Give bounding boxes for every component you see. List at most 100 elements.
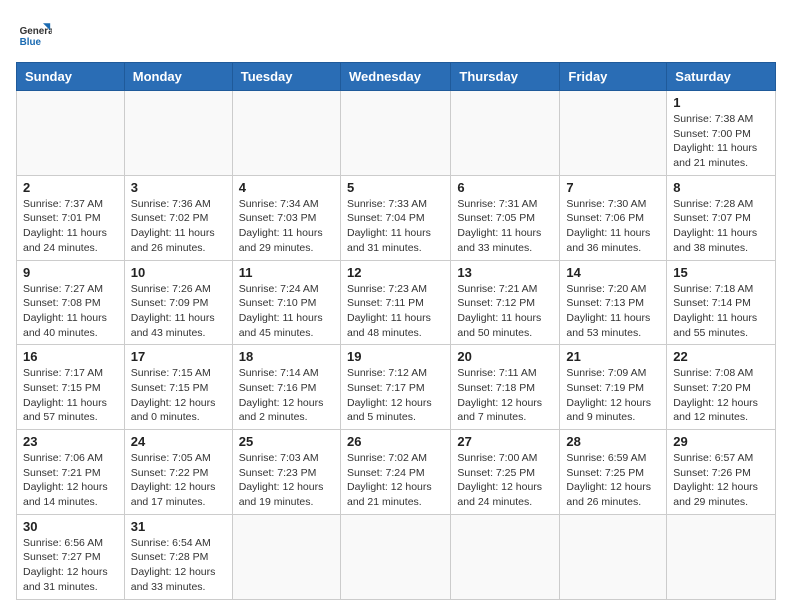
calendar-week-row: 23 Sunrise: 7:06 AM Sunset: 7:21 PM Dayli… [17,430,776,515]
day-info: Sunrise: 7:08 AM Sunset: 7:20 PM Dayligh… [673,366,769,425]
page-header: General Blue [16,16,776,52]
day-info: Sunrise: 7:02 AM Sunset: 7:24 PM Dayligh… [347,451,444,510]
day-info: Sunrise: 7:27 AM Sunset: 7:08 PM Dayligh… [23,282,118,341]
day-number: 16 [23,349,118,364]
day-header-tuesday: Tuesday [232,63,340,91]
calendar-cell [667,514,776,599]
day-number: 9 [23,265,118,280]
day-info: Sunrise: 7:14 AM Sunset: 7:16 PM Dayligh… [239,366,334,425]
day-info: Sunrise: 7:36 AM Sunset: 7:02 PM Dayligh… [131,197,226,256]
calendar-cell: 10 Sunrise: 7:26 AM Sunset: 7:09 PM Dayli… [124,260,232,345]
calendar-cell: 31 Sunrise: 6:54 AM Sunset: 7:28 PM Dayli… [124,514,232,599]
calendar-cell: 28Sunrise: 6:59 AM Sunset: 7:25 PM Dayli… [560,430,667,515]
day-number: 29 [673,434,769,449]
calendar-cell: 27Sunrise: 7:00 AM Sunset: 7:25 PM Dayli… [451,430,560,515]
calendar-cell: 13 Sunrise: 7:21 AM Sunset: 7:12 PM Dayli… [451,260,560,345]
calendar-cell [340,514,450,599]
calendar-cell: 1 Sunrise: 7:38 AM Sunset: 7:00 PM Daylig… [667,91,776,176]
day-info: Sunrise: 7:06 AM Sunset: 7:21 PM Dayligh… [23,451,118,510]
day-number: 27 [457,434,553,449]
calendar-cell: 9 Sunrise: 7:27 AM Sunset: 7:08 PM Daylig… [17,260,125,345]
day-header-friday: Friday [560,63,667,91]
calendar-cell: 29Sunrise: 6:57 AM Sunset: 7:26 PM Dayli… [667,430,776,515]
calendar-cell: 21Sunrise: 7:09 AM Sunset: 7:19 PM Dayli… [560,345,667,430]
calendar-cell: 12 Sunrise: 7:23 AM Sunset: 7:11 PM Dayli… [340,260,450,345]
day-info: Sunrise: 7:33 AM Sunset: 7:04 PM Dayligh… [347,197,444,256]
day-number: 6 [457,180,553,195]
day-number: 10 [131,265,226,280]
calendar-week-row: 9 Sunrise: 7:27 AM Sunset: 7:08 PM Daylig… [17,260,776,345]
day-number: 12 [347,265,444,280]
day-number: 28 [566,434,660,449]
calendar-week-row: 30 Sunrise: 6:56 AM Sunset: 7:27 PM Dayli… [17,514,776,599]
day-number: 30 [23,519,118,534]
day-info: Sunrise: 6:54 AM Sunset: 7:28 PM Dayligh… [131,536,226,595]
day-info: Sunrise: 7:34 AM Sunset: 7:03 PM Dayligh… [239,197,334,256]
day-number: 22 [673,349,769,364]
day-info: Sunrise: 7:18 AM Sunset: 7:14 PM Dayligh… [673,282,769,341]
day-number: 31 [131,519,226,534]
day-number: 15 [673,265,769,280]
calendar-cell: 22 Sunrise: 7:08 AM Sunset: 7:20 PM Dayli… [667,345,776,430]
day-number: 20 [457,349,553,364]
day-info: Sunrise: 7:17 AM Sunset: 7:15 PM Dayligh… [23,366,118,425]
day-number: 25 [239,434,334,449]
calendar-week-row: 2Sunrise: 7:37 AM Sunset: 7:01 PM Daylig… [17,175,776,260]
day-info: Sunrise: 7:23 AM Sunset: 7:11 PM Dayligh… [347,282,444,341]
logo-icon: General Blue [16,16,52,52]
day-number: 3 [131,180,226,195]
calendar-week-row: 1 Sunrise: 7:38 AM Sunset: 7:00 PM Daylig… [17,91,776,176]
svg-text:General: General [20,26,52,37]
calendar-cell: 24 Sunrise: 7:05 AM Sunset: 7:22 PM Dayli… [124,430,232,515]
logo: General Blue [16,16,56,52]
day-number: 21 [566,349,660,364]
day-number: 17 [131,349,226,364]
calendar-cell: 16 Sunrise: 7:17 AM Sunset: 7:15 PM Dayli… [17,345,125,430]
calendar-table: SundayMondayTuesdayWednesdayThursdayFrid… [16,62,776,600]
day-header-monday: Monday [124,63,232,91]
calendar-cell [232,514,340,599]
day-header-wednesday: Wednesday [340,63,450,91]
calendar-cell: 15 Sunrise: 7:18 AM Sunset: 7:14 PM Dayli… [667,260,776,345]
day-number: 4 [239,180,334,195]
day-info: Sunrise: 7:26 AM Sunset: 7:09 PM Dayligh… [131,282,226,341]
day-info: Sunrise: 7:12 AM Sunset: 7:17 PM Dayligh… [347,366,444,425]
calendar-cell: 26 Sunrise: 7:02 AM Sunset: 7:24 PM Dayli… [340,430,450,515]
day-info: Sunrise: 7:37 AM Sunset: 7:01 PM Dayligh… [23,197,118,256]
day-number: 19 [347,349,444,364]
day-info: Sunrise: 7:30 AM Sunset: 7:06 PM Dayligh… [566,197,660,256]
day-info: Sunrise: 7:11 AM Sunset: 7:18 PM Dayligh… [457,366,553,425]
day-info: Sunrise: 7:05 AM Sunset: 7:22 PM Dayligh… [131,451,226,510]
calendar-cell: 18Sunrise: 7:14 AM Sunset: 7:16 PM Dayli… [232,345,340,430]
calendar-cell [560,514,667,599]
day-number: 11 [239,265,334,280]
calendar-cell: 30 Sunrise: 6:56 AM Sunset: 7:27 PM Dayli… [17,514,125,599]
day-number: 23 [23,434,118,449]
day-info: Sunrise: 6:56 AM Sunset: 7:27 PM Dayligh… [23,536,118,595]
calendar-cell: 11 Sunrise: 7:24 AM Sunset: 7:10 PM Dayli… [232,260,340,345]
day-header-saturday: Saturday [667,63,776,91]
day-info: Sunrise: 7:21 AM Sunset: 7:12 PM Dayligh… [457,282,553,341]
day-number: 24 [131,434,226,449]
day-info: Sunrise: 7:38 AM Sunset: 7:00 PM Dayligh… [673,112,769,171]
calendar-cell [340,91,450,176]
day-number: 26 [347,434,444,449]
day-info: Sunrise: 7:15 AM Sunset: 7:15 PM Dayligh… [131,366,226,425]
day-info: Sunrise: 7:24 AM Sunset: 7:10 PM Dayligh… [239,282,334,341]
calendar-cell: 20 Sunrise: 7:11 AM Sunset: 7:18 PM Dayli… [451,345,560,430]
day-number: 14 [566,265,660,280]
calendar-cell [451,91,560,176]
day-header-sunday: Sunday [17,63,125,91]
day-info: Sunrise: 7:20 AM Sunset: 7:13 PM Dayligh… [566,282,660,341]
calendar-cell: 19 Sunrise: 7:12 AM Sunset: 7:17 PM Dayli… [340,345,450,430]
calendar-cell: 4 Sunrise: 7:34 AM Sunset: 7:03 PM Daylig… [232,175,340,260]
calendar-cell: 3 Sunrise: 7:36 AM Sunset: 7:02 PM Daylig… [124,175,232,260]
calendar-cell [560,91,667,176]
calendar-cell [124,91,232,176]
calendar-week-row: 16 Sunrise: 7:17 AM Sunset: 7:15 PM Dayli… [17,345,776,430]
svg-text:Blue: Blue [20,37,42,48]
calendar-cell [451,514,560,599]
day-number: 1 [673,95,769,110]
day-number: 13 [457,265,553,280]
day-number: 7 [566,180,660,195]
